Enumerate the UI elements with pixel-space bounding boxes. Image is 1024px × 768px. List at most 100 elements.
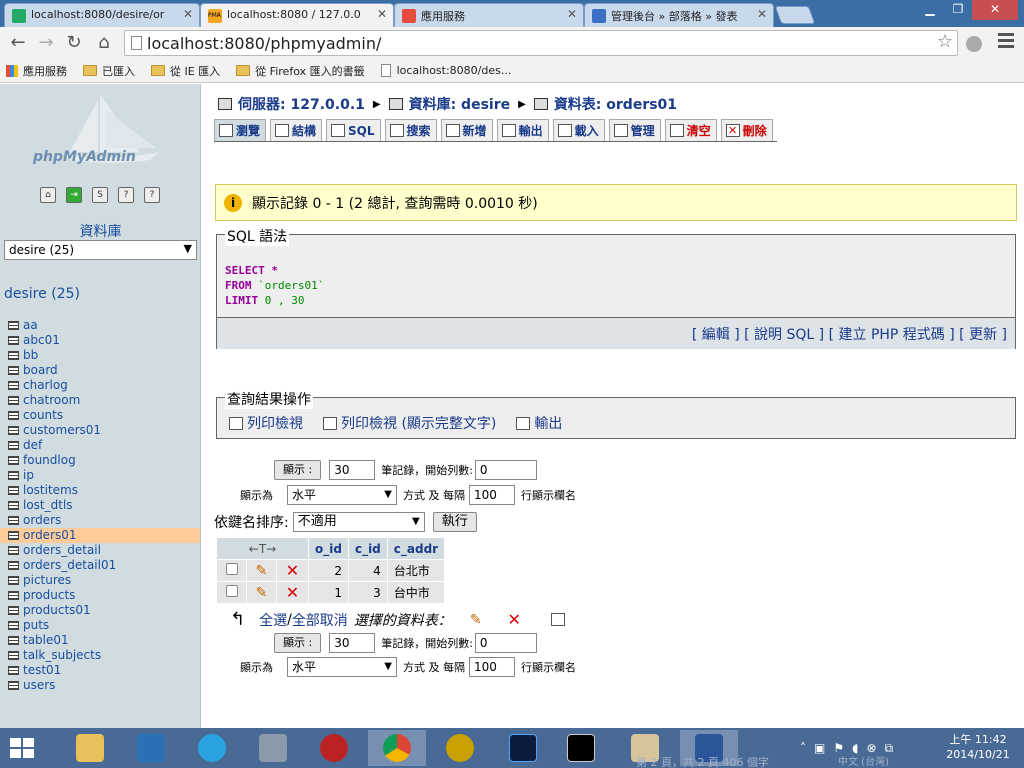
sidebar-table-ip[interactable]: ip: [0, 468, 200, 483]
tab-structure[interactable]: 結構: [270, 119, 323, 141]
show-button[interactable]: 顯示 :: [274, 633, 322, 653]
start-row-input[interactable]: 0: [474, 633, 537, 653]
table-icon[interactable]: [8, 411, 19, 420]
column-header-c_id[interactable]: c_id: [347, 537, 388, 560]
sidebar-table-chatroom[interactable]: chatroom: [0, 393, 200, 408]
export-link[interactable]: 輸出: [516, 413, 562, 433]
table-icon[interactable]: [8, 546, 19, 555]
pencil-icon[interactable]: ✎: [256, 563, 268, 579]
forward-icon[interactable]: →: [34, 32, 58, 54]
close-icon[interactable]: ✕: [183, 7, 193, 21]
delete-icon[interactable]: ✕: [286, 583, 299, 602]
home-icon[interactable]: ⌂: [40, 187, 56, 203]
table-icon[interactable]: [8, 321, 19, 330]
command-prompt-icon[interactable]: [552, 730, 610, 766]
explain-sql-link[interactable]: [ 說明 SQL ]: [744, 327, 824, 343]
chevron-up-icon[interactable]: ˄: [800, 741, 806, 755]
table-icon[interactable]: [8, 516, 19, 525]
ultraedit-icon[interactable]: [431, 730, 489, 766]
table-icon[interactable]: [8, 651, 19, 660]
exit-icon[interactable]: ⇥: [66, 187, 82, 203]
export-icon[interactable]: [550, 613, 565, 626]
bookmark-from-firefox[interactable]: 從 Firefox 匯入的書籤: [236, 63, 365, 79]
table-icon[interactable]: [8, 666, 19, 675]
pencil-icon[interactable]: ✎: [256, 585, 268, 601]
row-checkbox[interactable]: [225, 563, 238, 575]
start-button[interactable]: [10, 738, 36, 760]
maximize-icon[interactable]: ❐: [944, 0, 972, 20]
sidebar-table-lost_dtls[interactable]: lost_dtls: [0, 498, 200, 513]
table-icon[interactable]: [8, 591, 19, 600]
column-header-c_addr[interactable]: c_addr: [386, 537, 446, 560]
window-close-icon[interactable]: ✕: [972, 0, 1018, 20]
internet-explorer-icon[interactable]: [183, 730, 241, 766]
sidebar-table-def[interactable]: def: [0, 438, 200, 453]
menu-icon[interactable]: [998, 33, 1014, 51]
sidebar-table-test01[interactable]: test01: [0, 663, 200, 678]
tab-browse[interactable]: 瀏覽: [214, 119, 267, 141]
home-icon[interactable]: ⌂: [92, 32, 116, 54]
print-view-full-text-link[interactable]: 列印檢視 (顯示完整文字): [323, 413, 496, 433]
back-icon[interactable]: ←: [6, 32, 30, 54]
browser-tab-3[interactable]: 應用服務 ✕: [394, 3, 584, 27]
sidebar-table-customers01[interactable]: customers01: [0, 423, 200, 438]
row-checkbox[interactable]: [225, 585, 238, 597]
table-icon[interactable]: [8, 471, 19, 480]
table-icon[interactable]: [8, 501, 19, 510]
breadcrumb-server[interactable]: 伺服器: 127.0.0.1: [238, 94, 365, 114]
control-panel-icon[interactable]: [122, 730, 180, 766]
clock[interactable]: 上午 11:42 2014/10/21: [936, 732, 1020, 762]
repeat-headers-input[interactable]: 100: [469, 485, 515, 505]
table-icon[interactable]: [8, 336, 19, 345]
sidebar-table-orders[interactable]: orders: [0, 513, 200, 528]
sql-icon[interactable]: S: [92, 187, 108, 203]
table-icon[interactable]: [8, 486, 19, 495]
table-icon[interactable]: [8, 351, 19, 360]
tab-search[interactable]: 搜索: [384, 119, 437, 141]
tab-operations[interactable]: 管理: [608, 119, 661, 141]
rows-input[interactable]: 30: [329, 460, 376, 480]
photoshop-icon[interactable]: [494, 730, 552, 766]
print-view-link[interactable]: 列印檢視: [229, 413, 303, 433]
go-button[interactable]: 執行: [432, 512, 477, 532]
breadcrumb-table[interactable]: 資料表: orders01: [554, 94, 677, 114]
breadcrumb-database[interactable]: 資料庫: desire: [409, 94, 511, 114]
sidebar-table-orders01[interactable]: orders01: [0, 528, 200, 543]
delete-icon[interactable]: ✕: [508, 610, 521, 629]
sidebar-table-bb[interactable]: bb: [0, 348, 200, 363]
check-all-link[interactable]: 全選: [259, 610, 287, 630]
table-icon[interactable]: [8, 621, 19, 630]
bookmark-localhost[interactable]: localhost:8080/des...: [380, 64, 511, 77]
browser-tab-2[interactable]: PMA localhost:8080 / 127.0.0 ✕: [200, 3, 394, 27]
table-icon[interactable]: [8, 681, 19, 690]
display-mode-select[interactable]: 水平 ▼: [287, 485, 397, 505]
sidebar-table-charlog[interactable]: charlog: [0, 378, 200, 393]
bookmark-imported[interactable]: 已匯入: [83, 63, 135, 79]
minimize-icon[interactable]: ▁: [916, 0, 944, 20]
sidebar-table-users[interactable]: users: [0, 678, 200, 693]
sidebar-table-talk_subjects[interactable]: talk_subjects: [0, 648, 200, 663]
table-icon[interactable]: [8, 456, 19, 465]
table-icon[interactable]: [8, 381, 19, 390]
sidebar-table-products[interactable]: products: [0, 588, 200, 603]
table-icon[interactable]: [8, 426, 19, 435]
browser-tab-1[interactable]: localhost:8080/desire/or ✕: [4, 3, 200, 27]
start-row-input[interactable]: 0: [474, 460, 537, 480]
rows-input[interactable]: 30: [329, 633, 376, 653]
uncheck-all-link[interactable]: 全部取消: [292, 610, 348, 630]
edit-link[interactable]: [ 編輯 ]: [692, 327, 740, 343]
sidebar-table-board[interactable]: board: [0, 363, 200, 378]
table-icon[interactable]: [8, 576, 19, 585]
sidebar-table-table01[interactable]: table01: [0, 633, 200, 648]
sidebar-table-counts[interactable]: counts: [0, 408, 200, 423]
pencil-icon[interactable]: ✎: [470, 612, 482, 628]
delete-icon[interactable]: ✕: [286, 561, 299, 580]
sidebar-table-aa[interactable]: aa: [0, 318, 200, 333]
column-arrows[interactable]: ←T→: [216, 537, 309, 560]
close-icon[interactable]: ✕: [567, 7, 577, 21]
file-explorer-icon[interactable]: [61, 730, 119, 766]
table-icon[interactable]: [8, 531, 19, 540]
table-icon[interactable]: [8, 606, 19, 615]
sidebar-table-orders_detail01[interactable]: orders_detail01: [0, 558, 200, 573]
repeat-headers-input[interactable]: 100: [469, 657, 515, 677]
